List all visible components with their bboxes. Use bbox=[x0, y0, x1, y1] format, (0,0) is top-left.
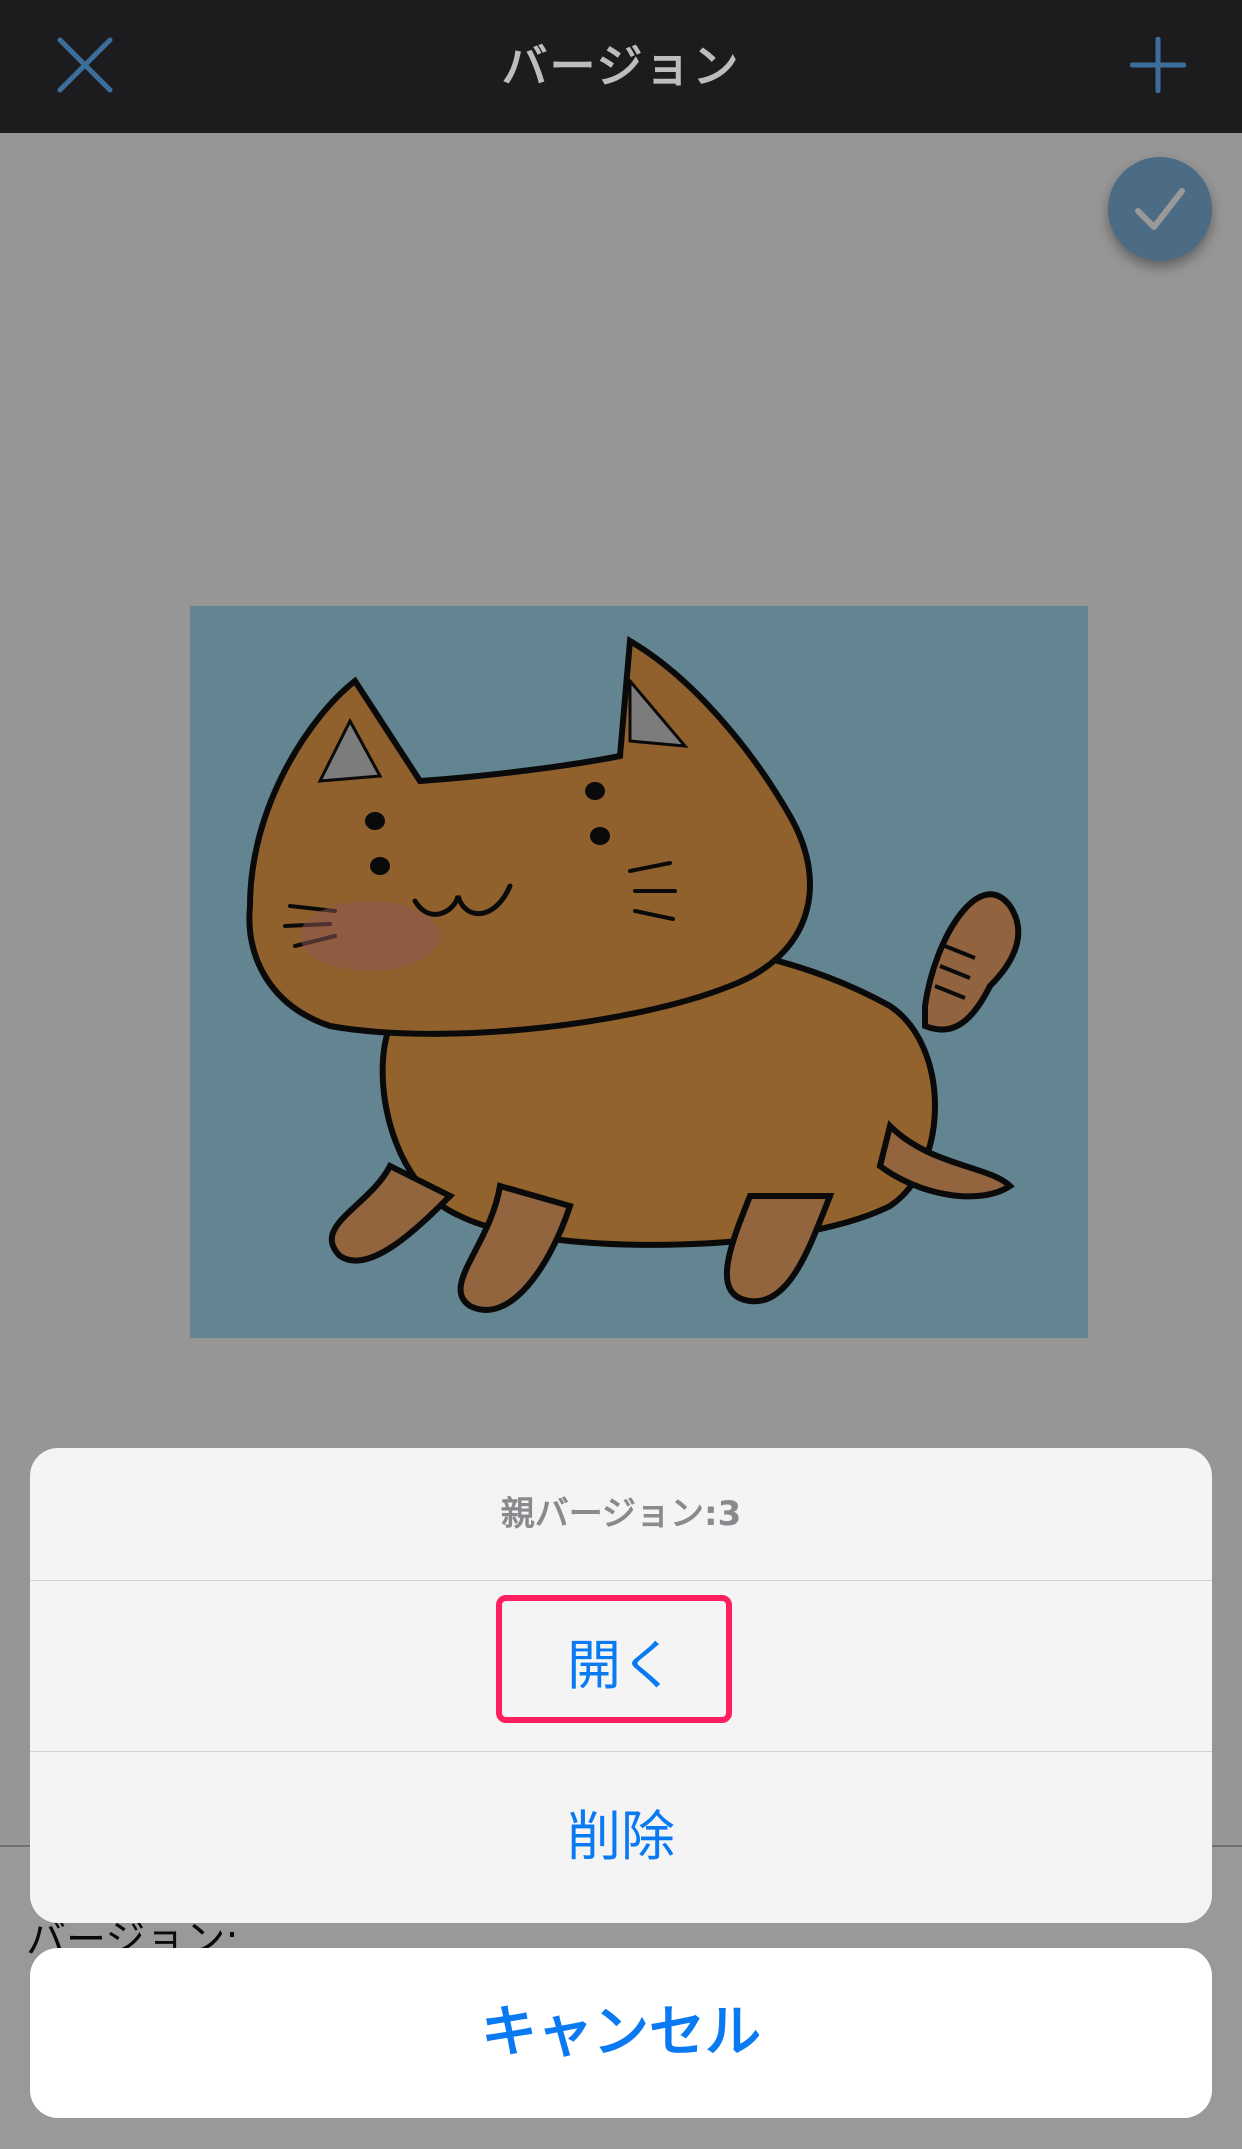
nav-bar: バージョン bbox=[0, 0, 1242, 133]
add-button[interactable] bbox=[1129, 36, 1187, 94]
highlight-box bbox=[496, 1595, 732, 1723]
delete-button[interactable]: 削除 bbox=[30, 1752, 1212, 1922]
plus-icon bbox=[1129, 36, 1187, 94]
page-title: バージョン bbox=[501, 39, 741, 93]
action-sheet: 親バージョン:3 開く 削除 bbox=[30, 1448, 1212, 1923]
cancel-button[interactable]: キャンセル bbox=[30, 1948, 1212, 2118]
action-sheet-title: 親バージョン:3 bbox=[500, 1494, 742, 1534]
